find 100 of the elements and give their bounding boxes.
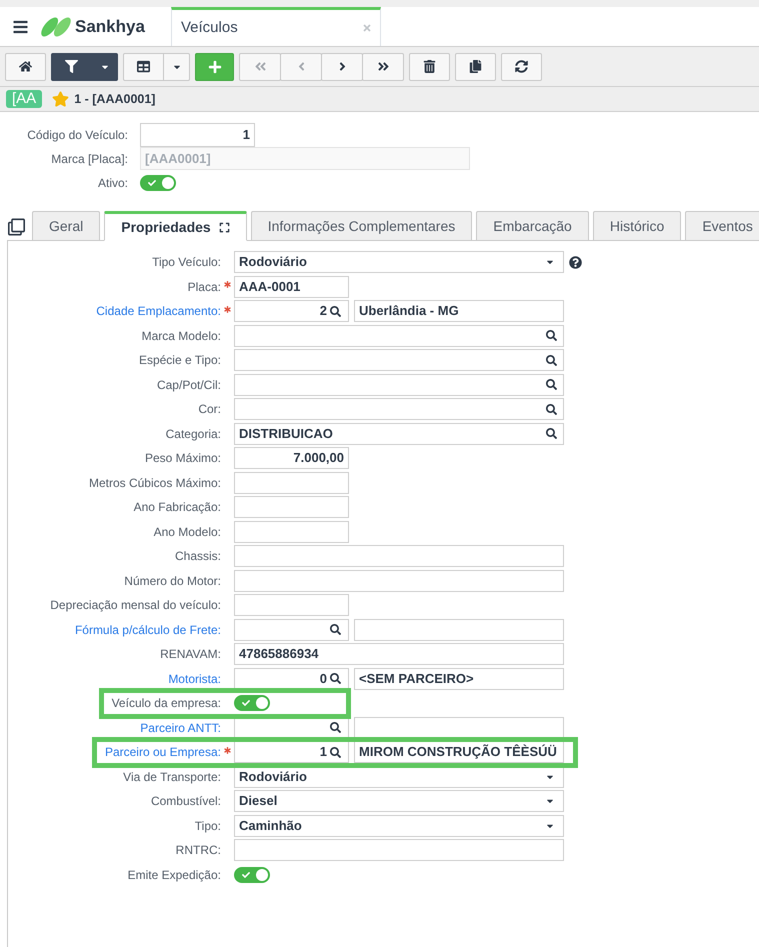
field-label: Depreciação mensal do veículo: <box>50 597 221 614</box>
input-field[interactable] <box>234 594 349 616</box>
refresh-button[interactable] <box>501 52 542 80</box>
double-right-chevron-icon <box>376 60 390 73</box>
description-field[interactable]: MIROM CONSTRUÇÃO TÊÈSÚÜ <box>354 741 564 763</box>
copy-icon <box>469 60 482 73</box>
search-icon[interactable] <box>330 306 341 316</box>
input-field[interactable] <box>234 472 349 494</box>
code-field[interactable] <box>234 618 349 640</box>
input-field[interactable]: 1 <box>140 122 255 146</box>
star-icon[interactable] <box>52 91 70 107</box>
field-label: Cor: <box>198 401 221 418</box>
check-icon <box>241 699 251 707</box>
duplicate-button[interactable] <box>455 52 496 80</box>
field-label: Categoria: <box>166 426 221 442</box>
close-icon[interactable] <box>362 23 372 33</box>
field-label: Veículo da empresa: <box>112 695 221 712</box>
table-icon <box>137 60 150 73</box>
search-icon[interactable] <box>330 673 341 684</box>
search-icon[interactable] <box>330 746 341 758</box>
field-label: Marca Modelo: <box>142 328 221 344</box>
trash-icon <box>423 60 436 73</box>
field-label[interactable]: Cidade Emplacamento: <box>96 302 221 320</box>
add-button[interactable] <box>195 52 234 80</box>
lookup-field[interactable]: DISTRIBUICAO <box>234 422 564 444</box>
field-label[interactable]: Parceiro ANTT: <box>140 718 221 736</box>
description-field[interactable] <box>354 618 564 640</box>
filter-button[interactable] <box>51 52 92 80</box>
brand-name: Sankhya <box>75 16 145 38</box>
input-field[interactable]: 47865886934 <box>234 643 564 665</box>
input-field[interactable] <box>234 545 564 567</box>
record-title: 1 - [AAA0001] <box>74 90 156 108</box>
lookup-field[interactable] <box>234 349 564 371</box>
description-field[interactable] <box>354 716 564 738</box>
tab[interactable]: Propriedades <box>104 211 247 241</box>
lookup-field[interactable] <box>234 324 564 346</box>
field-label: RENAVAM: <box>160 646 221 663</box>
search-icon[interactable] <box>546 379 557 390</box>
field-label: Combustível: <box>150 793 221 810</box>
check-icon <box>241 870 251 878</box>
input-field[interactable]: AAA-0001 <box>234 276 349 298</box>
field-label: Chassis: <box>174 548 221 565</box>
field-label: Marca [Placa]: <box>51 150 128 168</box>
dropdown-button[interactable] <box>92 52 118 80</box>
tab[interactable]: Embarcação <box>476 211 589 241</box>
input-field[interactable] <box>234 570 564 592</box>
select-field[interactable]: Caminhão <box>234 814 564 836</box>
clone-icon[interactable] <box>8 218 25 236</box>
home-icon <box>19 60 32 73</box>
home-button[interactable] <box>5 52 46 80</box>
field-label: Metros Cúbicos Máximo: <box>88 474 221 492</box>
input-field[interactable]: 7.000,00 <box>234 447 349 469</box>
field-label: RNTRC: <box>176 842 221 859</box>
expand-icon[interactable] <box>218 222 230 232</box>
field-label: Tipo: <box>194 818 221 834</box>
description-field[interactable]: <SEM PARCEIRO> <box>354 668 564 690</box>
search-icon[interactable] <box>546 428 557 439</box>
record-badge: [AA <box>6 90 42 108</box>
input-field[interactable] <box>234 839 564 861</box>
tab[interactable]: Informações Complementares <box>250 211 472 241</box>
search-icon[interactable] <box>330 624 341 635</box>
delete-button[interactable] <box>409 52 450 80</box>
field-label: Ano Modelo: <box>154 524 221 540</box>
field-label[interactable]: Parceiro ou Empresa: <box>104 743 221 761</box>
code-field[interactable]: 0 <box>234 668 349 690</box>
field-label: Emite Expedição: <box>128 866 221 884</box>
lookup-field[interactable] <box>234 398 564 420</box>
last-record-button[interactable] <box>362 52 404 80</box>
code-field[interactable]: 1 <box>234 741 349 763</box>
tab[interactable]: Eventos <box>685 211 759 241</box>
tab[interactable]: Histórico <box>592 211 682 241</box>
field-label: Placa: <box>188 278 221 296</box>
input-field[interactable] <box>234 520 349 542</box>
select-field[interactable]: Diesel <box>234 790 564 812</box>
search-icon[interactable] <box>330 722 341 733</box>
code-field[interactable]: 2 <box>234 300 349 322</box>
menu-icon[interactable] <box>11 18 30 34</box>
search-icon[interactable] <box>546 404 557 414</box>
search-icon[interactable] <box>546 354 557 366</box>
help-icon[interactable] <box>569 256 582 268</box>
field-label: Tipo Veículo: <box>152 254 221 271</box>
refresh-icon <box>515 60 528 73</box>
toggle-switch[interactable] <box>234 695 270 711</box>
input-field[interactable] <box>234 496 349 518</box>
field-label[interactable]: Fórmula p/cálculo de Frete: <box>74 620 221 638</box>
tab[interactable]: Geral <box>32 211 100 241</box>
field-label: Número do Motor: <box>124 572 221 590</box>
toggle-switch[interactable] <box>140 174 176 190</box>
plus-icon <box>208 60 222 74</box>
lookup-field[interactable] <box>234 374 564 396</box>
grid-view-button[interactable] <box>123 52 164 80</box>
filter-icon <box>65 60 78 73</box>
select-field[interactable]: Rodoviário <box>234 251 564 273</box>
field-label: Ativo: <box>98 174 128 192</box>
description-field[interactable]: Uberlândia - MG <box>354 300 564 322</box>
search-icon[interactable] <box>546 330 557 341</box>
field-label[interactable]: Motorista: <box>168 670 221 688</box>
field-label: Ano Fabricação: <box>134 499 221 516</box>
field-label: Código do Veículo: <box>27 126 128 144</box>
toggle-switch[interactable] <box>234 866 270 882</box>
